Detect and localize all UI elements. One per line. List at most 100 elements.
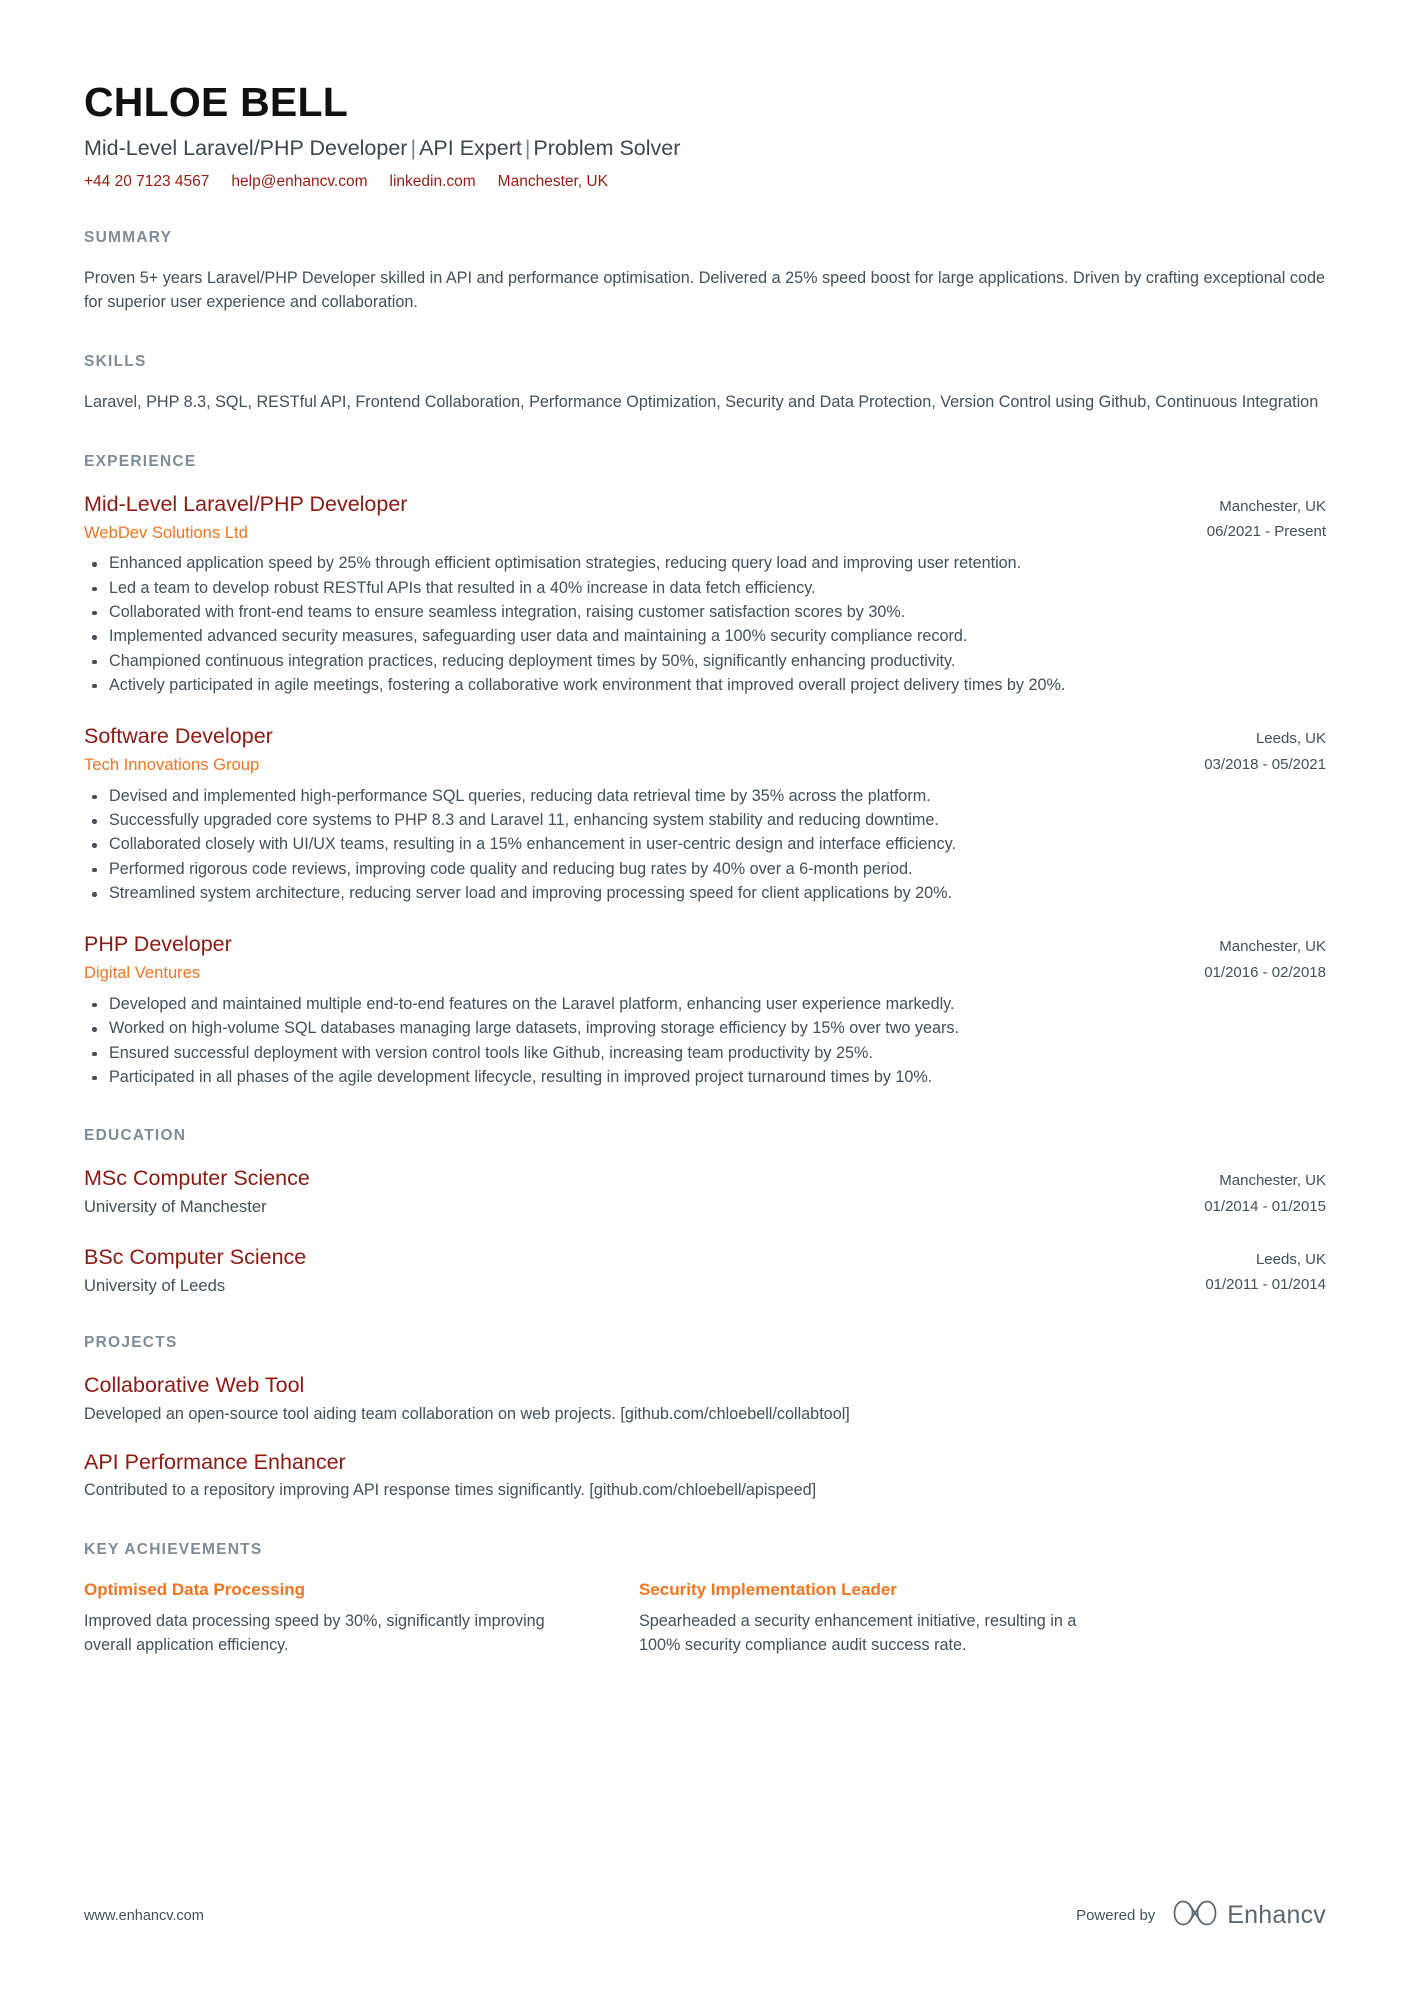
experience-entry: Software Developer Tech Innovations Grou… bbox=[84, 723, 1326, 905]
section-education: EDUCATION MSc Computer Science Universit… bbox=[84, 1127, 1326, 1296]
contact-linkedin[interactable]: linkedin.com bbox=[390, 173, 476, 191]
achievement-name: Security Implementation Leader bbox=[639, 1579, 897, 1599]
experience-entry-left: Mid-Level Laravel/PHP Developer WebDev S… bbox=[84, 491, 1183, 543]
section-title-education: EDUCATION bbox=[84, 1127, 187, 1145]
experience-entry-left: Software Developer Tech Innovations Grou… bbox=[84, 723, 1180, 775]
resume-header: CHLOE BELL Mid-Level Laravel/PHP Develop… bbox=[84, 78, 1326, 191]
job-bullet: Implemented advanced security measures, … bbox=[84, 625, 1326, 648]
job-dates: 06/2021 - Present bbox=[1206, 523, 1326, 541]
project-name: API Performance Enhancer bbox=[84, 1449, 346, 1474]
resume-footer: www.enhancv.com Powered by Enhancv bbox=[84, 1898, 1326, 1933]
experience-entry-right: Manchester, UK 01/2016 - 02/2018 bbox=[1180, 931, 1326, 984]
contact-phone[interactable]: +44 20 7123 4567 bbox=[84, 173, 209, 191]
company-name: WebDev Solutions Ltd bbox=[84, 522, 248, 542]
job-title: PHP Developer bbox=[84, 932, 232, 957]
degree-title: BSc Computer Science bbox=[84, 1244, 307, 1269]
headline-part-2: API Expert bbox=[419, 136, 522, 161]
job-bullet: Enhanced application speed by 25% throug… bbox=[84, 552, 1326, 575]
powered-by-label: Powered by bbox=[1076, 1907, 1156, 1924]
achievement-name: Optimised Data Processing bbox=[84, 1579, 306, 1599]
project-item: Collaborative Web Tool Developed an open… bbox=[84, 1372, 1326, 1426]
experience-entry: Mid-Level Laravel/PHP Developer WebDev S… bbox=[84, 491, 1326, 697]
section-key-achievements: KEY ACHIEVEMENTS Optimised Data Processi… bbox=[84, 1541, 1326, 1657]
job-dates: 01/2016 - 02/2018 bbox=[1204, 963, 1326, 981]
job-bullet: Successfully upgraded core systems to PH… bbox=[84, 809, 1326, 832]
section-title-experience: EXPERIENCE bbox=[84, 452, 197, 470]
experience-entry-head: PHP Developer Digital Ventures Mancheste… bbox=[84, 931, 1326, 984]
achievement-description: Improved data processing speed by 30%, s… bbox=[84, 1612, 545, 1654]
school-location: Manchester, UK bbox=[1219, 1172, 1326, 1190]
section-title-skills: SKILLS bbox=[84, 353, 147, 371]
job-location: Manchester, UK bbox=[1219, 938, 1326, 956]
section-skills: SKILLS Laravel, PHP 8.3, SQL, RESTful AP… bbox=[84, 353, 1326, 415]
enhancv-wordmark: Enhancv bbox=[1227, 1901, 1326, 1929]
contact-email[interactable]: help@enhancv.com bbox=[231, 173, 367, 191]
contact-location: Manchester, UK bbox=[497, 173, 608, 191]
enhancv-brand: Enhancv bbox=[1173, 1898, 1326, 1933]
job-bullet: Ensured successful deployment with versi… bbox=[84, 1042, 1326, 1065]
summary-text: Proven 5+ years Laravel/PHP Developer sk… bbox=[84, 269, 1325, 312]
job-bullet: Performed rigorous code reviews, improvi… bbox=[84, 858, 1326, 881]
job-bullet: Devised and implemented high-performance… bbox=[84, 785, 1326, 808]
job-location: Manchester, UK bbox=[1219, 497, 1326, 515]
job-bullet: Streamlined system architecture, reducin… bbox=[84, 882, 1326, 905]
company-name: Tech Innovations Group bbox=[84, 755, 260, 775]
experience-entry-right: Leeds, UK 03/2018 - 05/2021 bbox=[1180, 723, 1326, 776]
job-title: Software Developer bbox=[84, 724, 273, 749]
experience-entry-right: Manchester, UK 06/2021 - Present bbox=[1183, 491, 1326, 544]
headline-part-1: Mid-Level Laravel/PHP Developer bbox=[84, 136, 408, 161]
education-entry-left: BSc Computer Science University of Leeds bbox=[84, 1244, 1181, 1296]
job-bullet: Participated in all phases of the agile … bbox=[84, 1066, 1326, 1089]
job-bullets: Enhanced application speed by 25% throug… bbox=[84, 552, 1326, 697]
project-description: Developed an open-source tool aiding tea… bbox=[84, 1405, 850, 1424]
project-name: Collaborative Web Tool bbox=[84, 1373, 305, 1398]
candidate-name: CHLOE BELL bbox=[84, 79, 348, 125]
achievements-grid: Optimised Data Processing Improved data … bbox=[84, 1579, 1326, 1657]
education-entry: MSc Computer Science University of Manch… bbox=[84, 1165, 1326, 1218]
achievement-item: Security Implementation Leader Spearhead… bbox=[639, 1579, 1109, 1657]
job-dates: 03/2018 - 05/2021 bbox=[1204, 755, 1326, 773]
experience-entry-left: PHP Developer Digital Ventures bbox=[84, 931, 1180, 983]
job-title: Mid-Level Laravel/PHP Developer bbox=[84, 491, 408, 516]
headline-separator-2: | bbox=[524, 136, 531, 161]
skills-text: Laravel, PHP 8.3, SQL, RESTful API, Fron… bbox=[84, 393, 1319, 412]
resume-page: CHLOE BELL Mid-Level Laravel/PHP Develop… bbox=[0, 0, 1410, 1995]
school-dates: 01/2011 - 01/2014 bbox=[1205, 1276, 1326, 1293]
education-entry: BSc Computer Science University of Leeds… bbox=[84, 1244, 1326, 1297]
section-experience: EXPERIENCE Mid-Level Laravel/PHP Develop… bbox=[84, 453, 1326, 1089]
experience-entry-head: Software Developer Tech Innovations Grou… bbox=[84, 723, 1326, 776]
job-bullet: Championed continuous integration practi… bbox=[84, 650, 1326, 673]
achievement-item: Optimised Data Processing Improved data … bbox=[84, 1579, 554, 1657]
education-entry-right: Leeds, UK 01/2011 - 01/2014 bbox=[1181, 1244, 1326, 1297]
section-title-summary: SUMMARY bbox=[84, 229, 173, 247]
school-name: University of Manchester bbox=[84, 1197, 267, 1217]
job-bullets: Developed and maintained multiple end-to… bbox=[84, 993, 1326, 1089]
contact-row: +44 20 7123 4567 help@enhancv.com linked… bbox=[84, 173, 1326, 191]
degree-title: MSc Computer Science bbox=[84, 1166, 310, 1191]
enhancv-logo-icon bbox=[1173, 1898, 1217, 1933]
school-location: Leeds, UK bbox=[1255, 1250, 1326, 1268]
achievement-description: Spearheaded a security enhancement initi… bbox=[639, 1612, 1077, 1654]
job-bullet: Led a team to develop robust RESTful API… bbox=[84, 577, 1326, 600]
education-entry-left: MSc Computer Science University of Manch… bbox=[84, 1165, 1180, 1217]
school-dates: 01/2014 - 01/2015 bbox=[1204, 1197, 1326, 1215]
headline-separator-1: | bbox=[410, 136, 417, 161]
headline-part-3: Problem Solver bbox=[533, 136, 681, 161]
job-location: Leeds, UK bbox=[1255, 730, 1326, 748]
company-name: Digital Ventures bbox=[84, 963, 201, 983]
job-bullet: Collaborated closely with UI/UX teams, r… bbox=[84, 833, 1326, 856]
footer-website-url[interactable]: www.enhancv.com bbox=[84, 1908, 204, 1924]
footer-branding: Powered by Enhancv bbox=[1076, 1898, 1326, 1933]
experience-entry-head: Mid-Level Laravel/PHP Developer WebDev S… bbox=[84, 491, 1326, 544]
section-title-key-achievements: KEY ACHIEVEMENTS bbox=[84, 1540, 263, 1558]
education-entry-right: Manchester, UK 01/2014 - 01/2015 bbox=[1180, 1165, 1326, 1218]
job-bullet: Collaborated with front-end teams to ens… bbox=[84, 601, 1326, 624]
candidate-headline: Mid-Level Laravel/PHP Developer | API Expe… bbox=[84, 134, 1326, 163]
education-entry-head: MSc Computer Science University of Manch… bbox=[84, 1165, 1326, 1218]
job-bullet: Worked on high-volume SQL databases mana… bbox=[84, 1017, 1326, 1040]
school-name: University of Leeds bbox=[84, 1275, 226, 1295]
job-bullet: Developed and maintained multiple end-to… bbox=[84, 993, 1326, 1016]
section-projects: PROJECTS Collaborative Web Tool Develope… bbox=[84, 1334, 1326, 1503]
job-bullets: Devised and implemented high-performance… bbox=[84, 785, 1326, 906]
section-summary: SUMMARY Proven 5+ years Laravel/PHP Deve… bbox=[84, 229, 1326, 315]
